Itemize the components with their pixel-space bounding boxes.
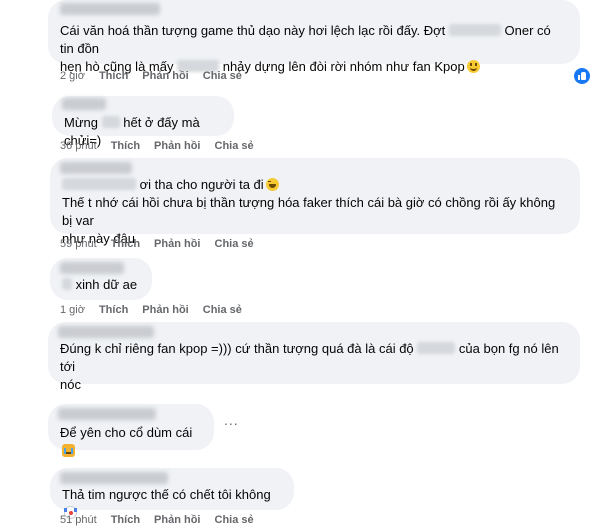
comment-bubble: Mừng hết ở đấy mà chửi=)	[52, 96, 234, 148]
reply-button[interactable]: Phản hồi	[142, 70, 188, 82]
like-button[interactable]: Thích	[111, 140, 140, 152]
comment-author-redacted	[60, 3, 160, 15]
comment-author-redacted	[60, 162, 132, 174]
redacted-text	[62, 178, 136, 190]
like-button[interactable]: Thích	[111, 238, 140, 250]
comment-author-redacted	[62, 98, 106, 110]
comment-timestamp[interactable]: 59 phút	[60, 238, 97, 250]
reply-button[interactable]: Phản hồi	[154, 238, 200, 250]
comment-actions: 2 giờ Thích Phản hồi Chia sẻ	[60, 70, 256, 82]
like-button[interactable]: Thích	[99, 304, 128, 316]
comment-bubble: Để yên cho cổ dùm cái	[48, 404, 214, 457]
redacted-text	[448, 24, 501, 36]
comment-text: Cái văn hoá thần tượng game thủ dạo này …	[60, 23, 555, 56]
comment-text: Thế t nhớ cái hồi chưa bị thần tượng hóa…	[62, 195, 559, 228]
comment-author-redacted	[60, 472, 168, 484]
comment-text: ơi tha cho người ta đi	[62, 176, 568, 194]
grinning-sweat-emoji	[265, 178, 279, 191]
comment-actions: 51 phút Thích Phản hồi Chia sẻ	[60, 514, 268, 526]
like-button[interactable]: Thích	[99, 70, 128, 82]
redacted-text	[62, 278, 72, 290]
share-button[interactable]: Chia sẻ	[203, 304, 242, 316]
comment-text: Đúng k chỉ riêng fan kpop =))) cứ thần t…	[60, 341, 563, 374]
reply-button[interactable]: Phản hồi	[154, 140, 200, 152]
comment-text: Để yên cho cổ dùm cái	[60, 424, 202, 460]
comment-actions: 59 phút Thích Phản hồi Chia sẻ	[60, 238, 268, 250]
comment-timestamp[interactable]: 2 giờ	[60, 70, 85, 82]
comment-text: nóc	[60, 377, 81, 392]
share-button[interactable]: Chia sẻ	[215, 238, 254, 250]
like-button[interactable]: Thích	[111, 514, 140, 526]
share-button[interactable]: Chia sẻ	[203, 70, 242, 82]
redacted-text	[101, 116, 120, 128]
smiling-face-emoji	[466, 60, 480, 73]
comment-text: xinh dữ ae	[62, 276, 140, 294]
comment-bubble: ơi tha cho người ta đi Thế t nhớ cái hồi…	[50, 158, 580, 246]
like-thumb-icon[interactable]	[574, 68, 590, 84]
comment-actions: 1 giờ Thích Phản hồi Chia sẻ	[60, 304, 256, 316]
share-button[interactable]: Chia sẻ	[215, 514, 254, 526]
comment-timestamp[interactable]: 36 phút	[60, 140, 97, 152]
ellipsis-icon[interactable]: ...	[224, 412, 239, 428]
comment-author-redacted	[58, 326, 154, 338]
comment-bubble: xinh dữ ae	[50, 258, 152, 300]
reply-button[interactable]: Phản hồi	[154, 514, 200, 526]
redacted-text	[417, 342, 456, 354]
comment-timestamp[interactable]: 51 phút	[60, 514, 97, 526]
crying-cat-emoji	[62, 444, 75, 457]
comment-bubble: Cái văn hoá thần tượng game thủ dạo này …	[48, 0, 580, 74]
comment-author-redacted	[58, 408, 156, 420]
share-button[interactable]: Chia sẻ	[215, 140, 254, 152]
comment-bubble: Thả tim ngược thế có chết tôi không	[50, 468, 294, 519]
comment-actions: 36 phút Thích Phản hồi Chia sẻ	[60, 140, 268, 152]
comment-author-redacted	[60, 262, 124, 274]
comment-bubble: Đúng k chỉ riêng fan kpop =))) cứ thần t…	[48, 322, 580, 392]
comment-timestamp[interactable]: 1 giờ	[60, 304, 85, 316]
reply-button[interactable]: Phản hồi	[142, 304, 188, 316]
